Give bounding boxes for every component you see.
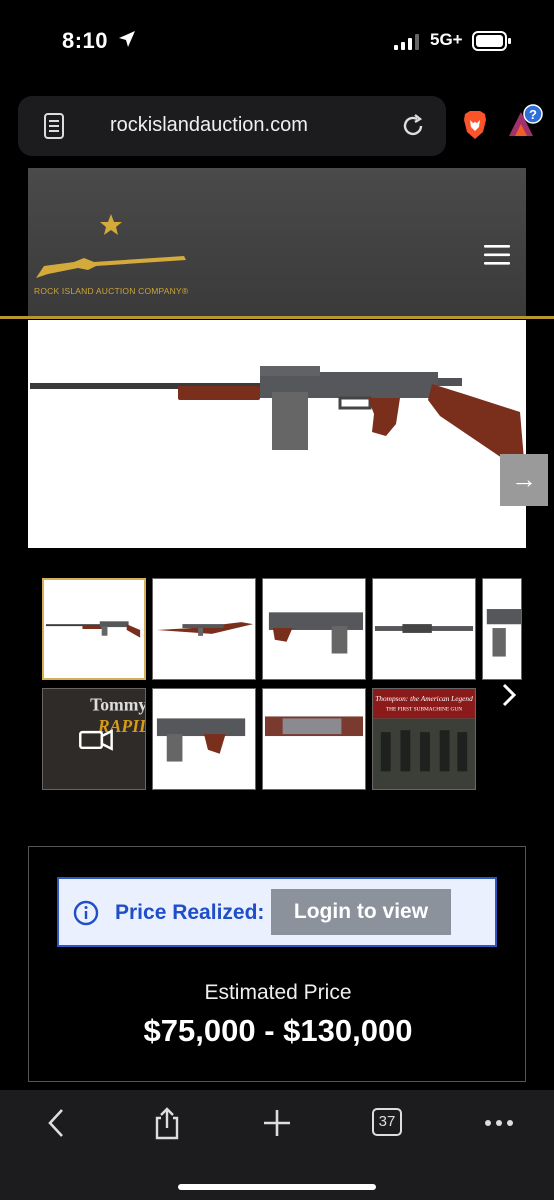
header-divider — [0, 316, 554, 319]
thumbnail-poster-image: Thompson: the American Legend THE FIRST … — [373, 689, 475, 789]
svg-text:RAPID: RAPID — [97, 716, 145, 736]
thumbnail-4[interactable] — [372, 578, 476, 680]
thumbnail-9[interactable]: Thompson: the American Legend THE FIRST … — [372, 688, 476, 790]
browser-toolbar: 37 — [0, 1090, 554, 1200]
location-arrow-icon — [119, 31, 135, 47]
network-type: 5G+ — [430, 30, 463, 49]
info-icon — [73, 900, 99, 926]
share-icon[interactable] — [150, 1106, 184, 1140]
thumbnail-receiver-image — [268, 612, 364, 654]
new-tab-plus-icon[interactable] — [260, 1106, 294, 1140]
site-header: ROCK ISLAND AUCTION COMPANY® — [28, 168, 526, 318]
thumbnail-top-view-image — [374, 624, 474, 633]
login-to-view-button[interactable]: Login to view — [271, 889, 451, 935]
price-realized-alert: Price Realized: Login to view — [57, 877, 497, 947]
tabs-button[interactable]: 37 — [372, 1108, 402, 1136]
thumbnail-3[interactable] — [262, 578, 366, 680]
home-indicator — [178, 1184, 376, 1190]
thumbnail-receiver-image — [156, 718, 246, 762]
chevron-right-icon[interactable] — [498, 680, 520, 710]
estimated-price-value: $75,000 - $130,000 — [143, 1013, 413, 1048]
price-panel: Price Realized: Login to view Estimated … — [28, 846, 526, 1082]
thumbnail-1[interactable] — [42, 578, 146, 680]
reload-icon[interactable] — [400, 113, 426, 139]
more-options-icon[interactable] — [482, 1106, 516, 1140]
cellular-signal-icon — [394, 34, 419, 50]
back-icon[interactable] — [40, 1106, 74, 1140]
hamburger-menu-icon[interactable] — [484, 244, 510, 266]
thumbnail-partial-image — [486, 609, 521, 657]
thumbnail-2[interactable] — [152, 578, 256, 680]
main-product-image[interactable]: → — [28, 320, 548, 548]
thumbnail-5[interactable] — [482, 578, 522, 680]
rock-island-logo[interactable] — [34, 212, 188, 282]
brave-rewards-icon[interactable]: ? — [505, 104, 543, 140]
next-image-arrow-icon[interactable]: → — [500, 454, 548, 506]
thumbnail-video[interactable]: Tommy RAPID — [42, 688, 146, 790]
web-content: ROCK ISLAND AUCTION COMPANY® → Tommy RAP… — [0, 168, 554, 1090]
url-text[interactable]: rockislandauction.com — [110, 114, 308, 137]
thumbnail-8[interactable] — [262, 688, 366, 790]
estimated-price-label: Estimated Price — [204, 981, 352, 1004]
status-bar: 8:10 5G+ — [0, 0, 554, 86]
video-thumbnail-image: Tommy RAPID — [43, 689, 145, 789]
svg-text:?: ? — [529, 107, 537, 122]
rifle-image — [30, 366, 524, 460]
thumbnail-rifle-image — [156, 622, 254, 636]
svg-text:Thompson: the American Legend: Thompson: the American Legend — [375, 694, 473, 703]
brave-shields-icon[interactable] — [462, 110, 488, 140]
svg-text:Tommy: Tommy — [90, 695, 145, 715]
battery-icon — [472, 31, 511, 51]
status-time: 8:10 — [62, 28, 109, 53]
address-bar[interactable]: rockislandauction.com — [18, 96, 446, 156]
thumbnail-rifle-image — [45, 621, 141, 638]
company-name: ROCK ISLAND AUCTION COMPANY® — [34, 286, 189, 296]
price-realized-label: Price Realized: — [115, 901, 265, 924]
thumbnail-marking-image — [264, 716, 364, 737]
thumbnail-7[interactable] — [152, 688, 256, 790]
svg-text:THE FIRST SUBMACHINE GUN: THE FIRST SUBMACHINE GUN — [386, 707, 462, 713]
page-menu-icon[interactable] — [44, 113, 64, 139]
